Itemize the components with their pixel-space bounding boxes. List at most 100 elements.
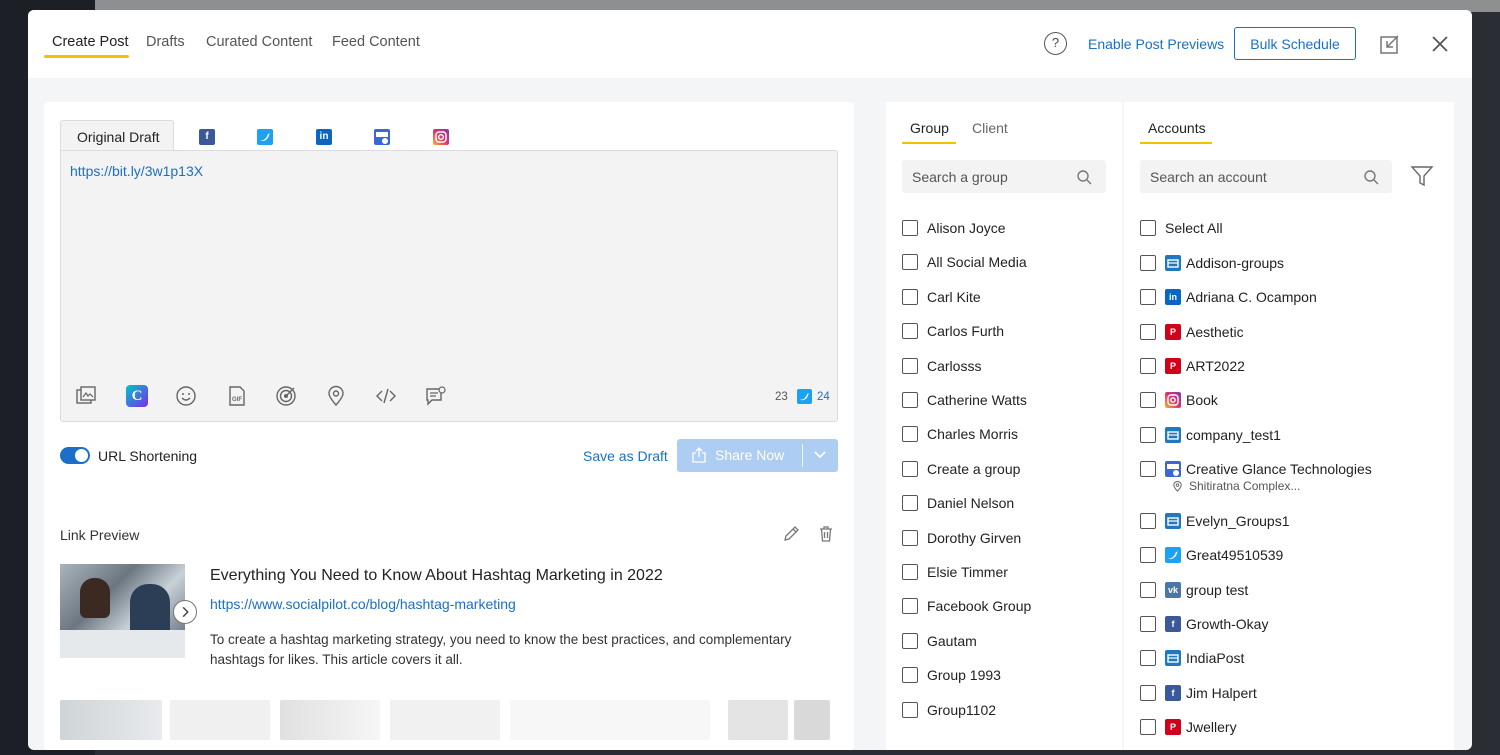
list-item[interactable]: Addison-groups	[1140, 253, 1284, 273]
filter-icon[interactable]	[1410, 164, 1434, 188]
thumbnail[interactable]	[170, 700, 270, 740]
list-item[interactable]: Carlos Furth	[902, 321, 1004, 341]
checkbox[interactable]	[902, 564, 918, 580]
checkbox[interactable]	[1140, 719, 1156, 735]
checkbox[interactable]	[902, 633, 918, 649]
enable-post-previews-link[interactable]: Enable Post Previews	[1088, 36, 1224, 52]
list-item[interactable]: Catherine Watts	[902, 390, 1027, 410]
list-item[interactable]: Elsie Timmer	[902, 562, 1008, 582]
list-item[interactable]: Evelyn_Groups1	[1140, 511, 1290, 531]
list-item[interactable]: P Aesthetic	[1140, 322, 1244, 342]
list-item[interactable]: Book	[1140, 390, 1218, 410]
checkbox[interactable]	[1140, 461, 1156, 477]
checkbox[interactable]	[902, 392, 918, 408]
thumbnail[interactable]	[794, 700, 830, 740]
share-now-button[interactable]: Share Now	[677, 439, 838, 472]
checkbox[interactable]	[902, 667, 918, 683]
list-item[interactable]: Carlosss	[902, 356, 981, 376]
tab-group[interactable]: Group	[910, 120, 949, 136]
close-icon[interactable]	[1430, 34, 1450, 54]
checkbox[interactable]	[1140, 582, 1156, 598]
canva-icon[interactable]: C	[126, 385, 148, 407]
list-item[interactable]: Facebook Group	[902, 596, 1031, 616]
checkbox[interactable]	[1140, 513, 1156, 529]
twitter-icon[interactable]	[257, 129, 273, 145]
list-item[interactable]: P ART2022	[1140, 356, 1245, 376]
checkbox[interactable]	[902, 358, 918, 374]
list-item[interactable]: Charles Morris	[902, 424, 1018, 444]
tab-feed-content[interactable]: Feed Content	[332, 34, 420, 50]
emoji-icon[interactable]	[175, 385, 197, 407]
tab-original-draft[interactable]: Original Draft	[60, 120, 174, 151]
group-search-input[interactable]	[912, 169, 1072, 185]
search-icon[interactable]	[1363, 169, 1379, 185]
thumbnail[interactable]	[60, 700, 162, 740]
checkbox[interactable]	[902, 461, 918, 477]
checkbox[interactable]	[1140, 392, 1156, 408]
bulk-schedule-button[interactable]: Bulk Schedule	[1234, 27, 1356, 60]
location-icon[interactable]	[325, 385, 347, 407]
tab-client[interactable]: Client	[972, 120, 1008, 136]
list-item[interactable]: Great49510539	[1140, 545, 1283, 565]
checkbox[interactable]	[1140, 324, 1156, 340]
thumbnail[interactable]	[280, 700, 380, 740]
url-shortening-toggle[interactable]	[60, 447, 90, 464]
linkedin-icon[interactable]: in	[316, 129, 332, 145]
list-item[interactable]: Group1102	[902, 700, 996, 720]
gif-icon[interactable]: GIF	[226, 385, 248, 407]
list-item[interactable]: f Jim Halpert	[1140, 683, 1257, 703]
checkbox[interactable]	[1140, 685, 1156, 701]
list-item[interactable]: Dorothy Girven	[902, 528, 1021, 548]
link-preview-url[interactable]: https://www.socialpilot.co/blog/hashtag-…	[210, 596, 516, 612]
checkbox[interactable]	[1140, 650, 1156, 666]
help-icon[interactable]: ?	[1044, 32, 1067, 55]
trash-icon[interactable]	[817, 525, 835, 543]
tab-curated-content[interactable]: Curated Content	[206, 34, 312, 50]
checkbox[interactable]	[902, 702, 918, 718]
thumbnail[interactable]	[510, 700, 710, 740]
list-item[interactable]: All Social Media	[902, 252, 1027, 272]
checkbox[interactable]	[1140, 358, 1156, 374]
thumbnail[interactable]	[728, 700, 788, 740]
list-item[interactable]: f Growth-Okay	[1140, 614, 1268, 634]
facebook-icon[interactable]: f	[199, 129, 215, 145]
list-item[interactable]: P Jwellery	[1140, 717, 1237, 737]
checkbox[interactable]	[1140, 427, 1156, 443]
list-item[interactable]: Group 1993	[902, 665, 1001, 685]
select-all-item[interactable]: Select All	[1140, 218, 1223, 238]
pencil-icon[interactable]	[782, 525, 800, 543]
minimize-icon[interactable]	[1380, 34, 1400, 54]
list-item[interactable]: IndiaPost	[1140, 648, 1244, 668]
comment-icon[interactable]	[425, 385, 447, 407]
list-item[interactable]: Carl Kite	[902, 287, 981, 307]
checkbox[interactable]	[1140, 547, 1156, 563]
checkbox[interactable]	[1140, 289, 1156, 305]
checkbox[interactable]	[902, 530, 918, 546]
list-item[interactable]: Gautam	[902, 631, 977, 651]
tab-drafts[interactable]: Drafts	[146, 34, 185, 50]
checkbox[interactable]	[902, 289, 918, 305]
list-item[interactable]: Daniel Nelson	[902, 493, 1014, 513]
code-icon[interactable]	[375, 385, 397, 407]
list-item[interactable]: Creative Glance Technologies	[1140, 459, 1372, 479]
checkbox[interactable]	[902, 254, 918, 270]
target-icon[interactable]	[275, 385, 297, 407]
checkbox[interactable]	[902, 220, 918, 236]
list-item[interactable]: Create a group	[902, 459, 1020, 479]
list-item[interactable]: vk group test	[1140, 580, 1248, 600]
checkbox[interactable]	[902, 495, 918, 511]
checkbox[interactable]	[1140, 616, 1156, 632]
tab-create-post[interactable]: Create Post	[52, 34, 129, 50]
checkbox[interactable]	[902, 598, 918, 614]
tab-accounts[interactable]: Accounts	[1148, 120, 1206, 136]
list-item[interactable]: company_test1	[1140, 425, 1281, 445]
post-editor[interactable]: https://bit.ly/3w1p13X C GIF 23 24	[60, 150, 838, 422]
thumbnail[interactable]	[390, 700, 500, 740]
instagram-icon[interactable]	[433, 129, 449, 145]
search-icon[interactable]	[1076, 169, 1092, 185]
list-item[interactable]: Alison Joyce	[902, 218, 1006, 238]
list-item[interactable]: in Adriana C. Ocampon	[1140, 287, 1317, 307]
save-as-draft-button[interactable]: Save as Draft	[583, 448, 668, 464]
checkbox[interactable]	[1140, 255, 1156, 271]
checkbox[interactable]	[902, 323, 918, 339]
